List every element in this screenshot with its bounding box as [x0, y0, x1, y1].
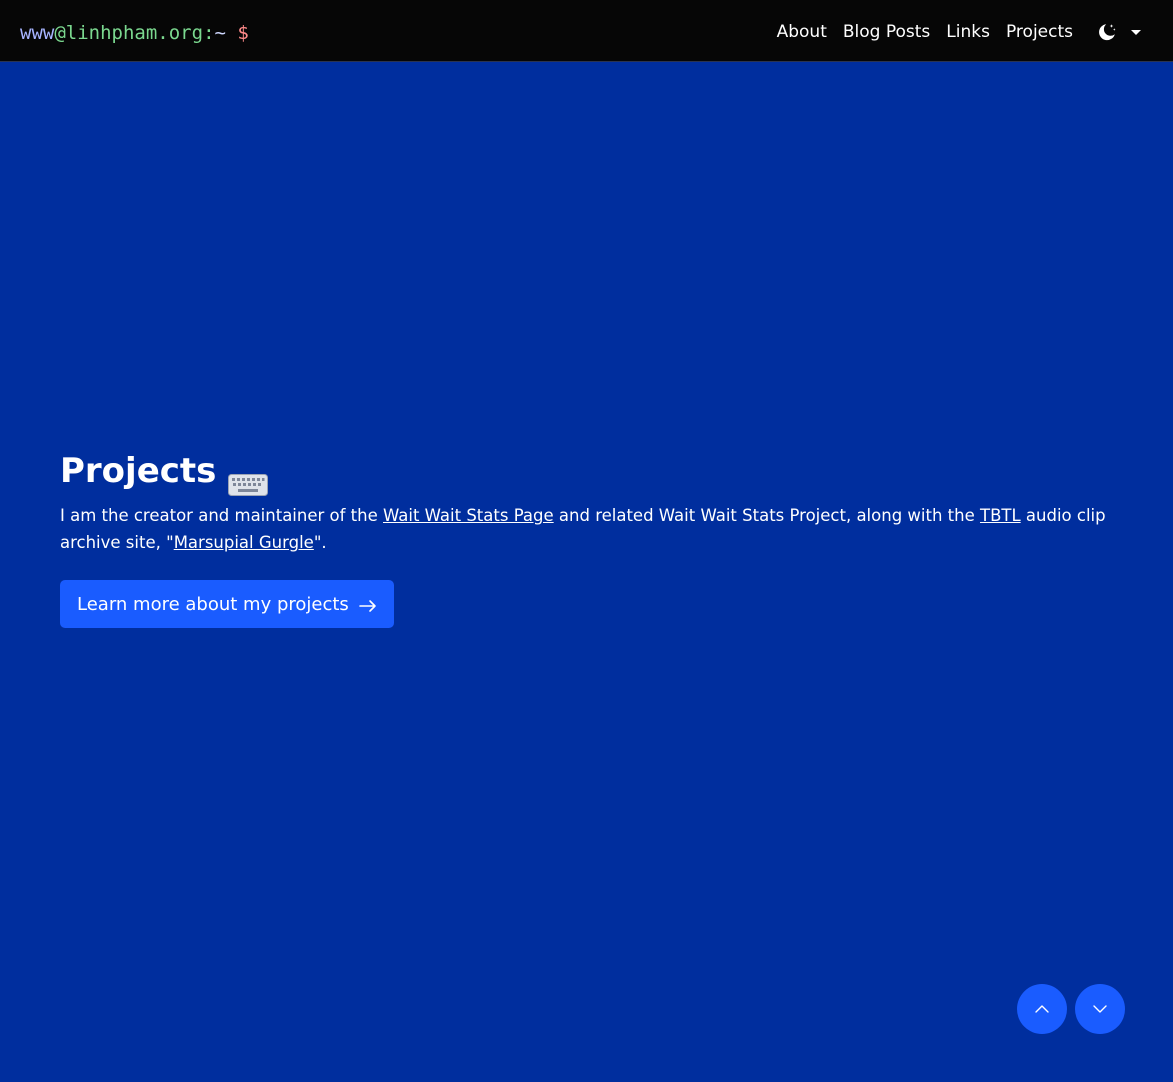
nav-item-links[interactable]: Links [946, 18, 990, 46]
section-title: Projects [60, 448, 1120, 496]
scroll-down-button[interactable] [1075, 984, 1125, 1034]
scroll-up-button[interactable] [1017, 984, 1067, 1034]
learn-more-projects-button[interactable]: Learn more about my projects [60, 580, 394, 628]
chevron-down-icon [1093, 1005, 1107, 1013]
brand-tilde: ~ [214, 22, 226, 44]
theme-toggle-dropdown[interactable] [1097, 22, 1141, 42]
nav-item-blog-posts[interactable]: Blog Posts [843, 18, 930, 46]
projects-section: Projects I am the creator and maintainer… [60, 448, 1120, 628]
projects-intro-text: I am the creator and maintainer of the W… [60, 502, 1120, 556]
site-brand-link[interactable]: www@linhpham.org:~ $ [20, 20, 249, 46]
cta-label: Learn more about my projects [77, 593, 349, 615]
brand-user: www [20, 22, 55, 44]
main-nav: About Blog Posts Links Projects [761, 18, 1173, 46]
nav-item-about[interactable]: About [777, 18, 827, 46]
brand-at: @ [54, 22, 66, 44]
moon-stars-icon [1097, 22, 1117, 42]
tbtl-link[interactable]: TBTL [980, 506, 1021, 525]
arrow-right-icon [358, 597, 377, 612]
keyboard-icon [228, 462, 269, 496]
brand-host: linhpham.org [65, 22, 204, 44]
intro-text-2: and related Wait Wait Stats Project, alo… [553, 506, 980, 525]
wait-wait-stats-link[interactable]: Wait Wait Stats Page [383, 506, 554, 525]
brand-colon: : [203, 22, 215, 44]
chevron-down-icon [1131, 29, 1141, 35]
marsupial-gurgle-link[interactable]: Marsupial Gurgle [174, 533, 314, 552]
top-navbar: www@linhpham.org:~ $ About Blog Posts Li… [0, 0, 1173, 62]
section-title-text: Projects [60, 451, 217, 491]
intro-text-4: ". [313, 533, 327, 552]
brand-prompt: $ [237, 22, 249, 44]
intro-text-1: I am the creator and maintainer of the [60, 506, 383, 525]
nav-item-projects[interactable]: Projects [1006, 18, 1073, 46]
chevron-up-icon [1035, 1005, 1049, 1013]
